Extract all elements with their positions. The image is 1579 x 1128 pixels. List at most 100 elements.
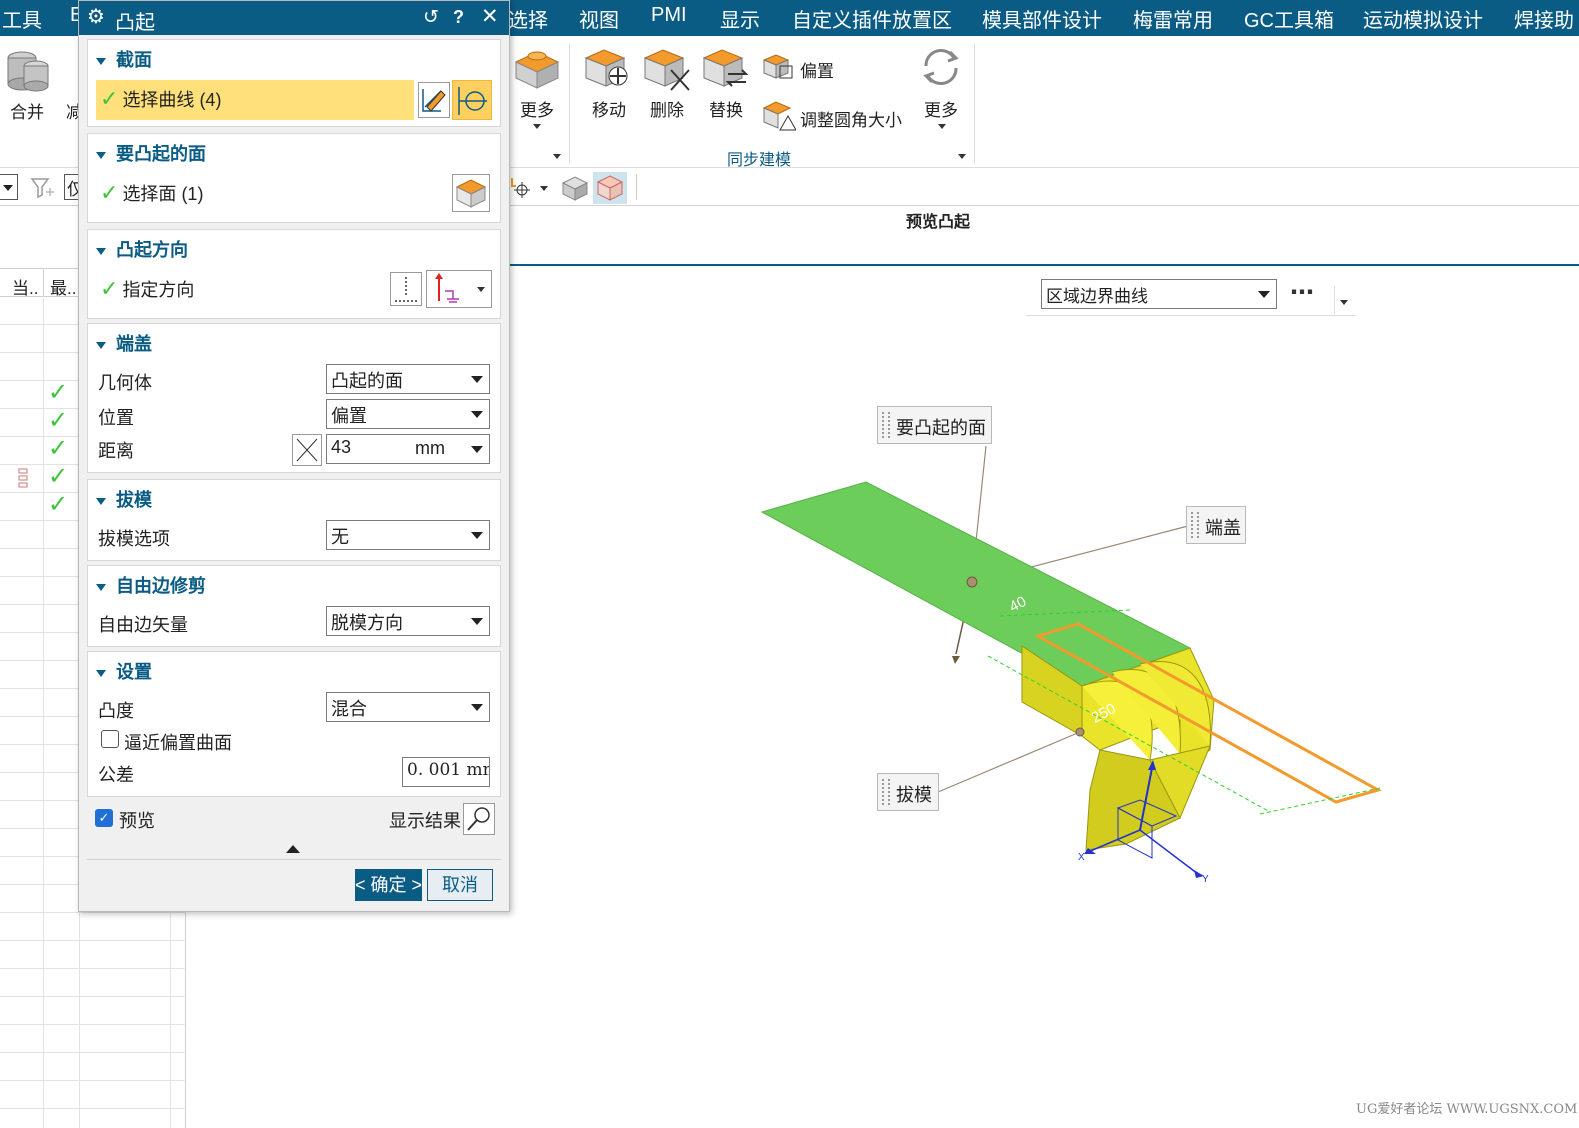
menu-tools[interactable]: 工具	[2, 4, 42, 33]
section-group: 截面 ✓ 选择曲线 (4)	[87, 39, 501, 127]
cancel-button[interactable]: 取消	[427, 869, 493, 901]
select-curve-row[interactable]: ✓ 选择曲线 (4)	[96, 80, 414, 120]
move-label[interactable]: 移动	[592, 96, 626, 121]
toolbar-divider	[636, 174, 637, 200]
more-label[interactable]: 更多	[520, 96, 554, 121]
distance-value: 43	[331, 437, 352, 457]
distance-input[interactable]: 43 mm	[326, 434, 490, 464]
menu-display[interactable]: 显示	[720, 4, 760, 33]
chevron-down-icon	[471, 704, 483, 711]
draft-handle-icon[interactable]	[1075, 727, 1085, 737]
face-select-button[interactable]	[452, 174, 490, 212]
convexity-select[interactable]: 混合	[326, 692, 490, 722]
preview-checkbox[interactable]: ✓	[95, 809, 113, 827]
draft-option-select[interactable]: 无	[326, 520, 490, 550]
show-result-button[interactable]	[463, 803, 495, 835]
close-icon[interactable]: ✕	[481, 4, 499, 29]
check-icon: ✓	[100, 86, 119, 111]
more-chevron-icon[interactable]	[533, 124, 541, 129]
unite-icon[interactable]	[4, 44, 52, 94]
show-result-label[interactable]: 显示结果	[389, 807, 461, 833]
preview-label[interactable]: 预览	[119, 807, 155, 833]
menu-mold-parts[interactable]: 模具部件设计	[982, 4, 1102, 33]
curve-select-button[interactable]	[452, 80, 492, 120]
triad-x-label: X	[1078, 852, 1085, 863]
delete-label[interactable]: 删除	[650, 96, 684, 121]
offset-label[interactable]: 偏置	[800, 57, 834, 82]
cap-header[interactable]: 端盖	[96, 330, 152, 356]
more-sync-icon[interactable]	[918, 44, 964, 90]
collapse-icon	[96, 341, 106, 349]
callout-end-cap[interactable]: 端盖	[1186, 506, 1246, 544]
tolerance-input[interactable]: 0. 001 mm	[402, 757, 490, 787]
filter-icon[interactable]	[30, 176, 56, 200]
type-filter-dropdown[interactable]	[0, 174, 18, 200]
free-edge-vector-select[interactable]: 脱模方向	[326, 606, 490, 636]
draft-header[interactable]: 拔模	[96, 486, 152, 512]
draft-group: 拔模 拔模选项 无	[87, 479, 501, 561]
more2-chevron-icon[interactable]	[938, 124, 946, 129]
dialog-title-bar[interactable]: ⚙ 凸起 ↺ ? ✕	[79, 1, 509, 35]
more-options-button[interactable]: ⋯	[1290, 278, 1314, 307]
model-preview[interactable]: 40 250 X Y	[740, 420, 1420, 900]
vector-dropdown[interactable]	[426, 270, 492, 308]
face-handle-icon[interactable]	[966, 576, 978, 588]
approx-offset-checkbox[interactable]	[101, 730, 119, 748]
unite-label[interactable]: 合并	[10, 98, 44, 123]
gear-icon[interactable]: ⚙	[87, 4, 105, 29]
ok-button[interactable]: < 确定 >	[355, 869, 422, 901]
approx-offset-label[interactable]: 逼近偏置曲面	[124, 729, 232, 755]
ribbon-divider	[974, 44, 975, 164]
collapse-icon	[96, 151, 106, 159]
cap-group: 端盖 几何体 凸起的面 位置 偏置 距离 43 mm	[87, 323, 501, 473]
select-curve-label: ✓ 选择曲线 (4)	[100, 86, 222, 111]
select-face-label[interactable]: ✓ 选择面 (1)	[100, 180, 203, 206]
group-expand-icon[interactable]	[553, 154, 561, 159]
region-boundary-select[interactable]: 区域边界曲线	[1041, 279, 1277, 309]
menu-motion-sim[interactable]: 运动模拟设计	[1363, 4, 1483, 33]
section-header[interactable]: 截面	[96, 46, 152, 72]
geometry-value: 凸起的面	[331, 371, 403, 391]
callout-face-to-emboss[interactable]: 要凸起的面	[877, 406, 992, 444]
more2-label[interactable]: 更多	[924, 96, 958, 121]
wireframe-view-button[interactable]	[593, 172, 627, 204]
free-edge-header[interactable]: 自由边修剪	[96, 572, 206, 598]
snap-point-icon[interactable]	[510, 176, 550, 200]
collapse-up-icon[interactable]	[286, 845, 300, 853]
face-header[interactable]: 要凸起的面	[96, 140, 206, 166]
shaded-view-icon[interactable]	[560, 174, 590, 202]
location-select[interactable]: 偏置	[326, 399, 490, 429]
menu-select[interactable]: 选择	[508, 4, 548, 33]
distance-formula-button[interactable]	[292, 434, 322, 466]
check-icon: ✓	[100, 180, 119, 205]
sync-group-expand-icon[interactable]	[958, 154, 966, 159]
geometry-select[interactable]: 凸起的面	[326, 364, 490, 394]
delete-face-icon[interactable]	[643, 44, 693, 94]
menu-meilei[interactable]: 梅雷常用	[1133, 4, 1213, 33]
specify-direction-label[interactable]: ✓ 指定方向	[100, 276, 194, 302]
menu-welding[interactable]: 焊接助	[1514, 4, 1574, 33]
resize-blend-icon[interactable]	[762, 98, 796, 132]
menu-custom-plugins[interactable]: 自定义插件放置区	[792, 4, 952, 33]
resize-blend-label[interactable]: 调整圆角大小	[800, 106, 902, 131]
collapse-icon	[96, 669, 106, 677]
more-box-icon[interactable]	[512, 42, 562, 92]
menu-view[interactable]: 视图	[579, 4, 619, 33]
move-face-icon[interactable]	[584, 44, 634, 94]
replace-face-icon[interactable]	[702, 44, 752, 94]
collapse-icon	[96, 497, 106, 505]
offset-face-icon[interactable]	[762, 52, 796, 82]
reverse-direction-button[interactable]	[390, 272, 422, 306]
menu-gc-toolkit[interactable]: GC工具箱	[1244, 4, 1334, 33]
sketch-section-button[interactable]	[418, 82, 450, 118]
reset-icon[interactable]: ↺	[423, 6, 439, 29]
direction-header[interactable]: 凸起方向	[96, 236, 188, 262]
latest-check-icon: ✓	[48, 491, 69, 518]
replace-label[interactable]: 替换	[709, 96, 743, 121]
settings-header[interactable]: 设置	[96, 658, 152, 684]
tolerance-label: 公差	[98, 765, 134, 785]
help-icon[interactable]: ?	[453, 7, 464, 28]
menu-pmi[interactable]: PMI	[651, 4, 687, 27]
callout-draft[interactable]: 拔模	[877, 773, 939, 811]
option-chevron-icon[interactable]	[1340, 300, 1348, 305]
